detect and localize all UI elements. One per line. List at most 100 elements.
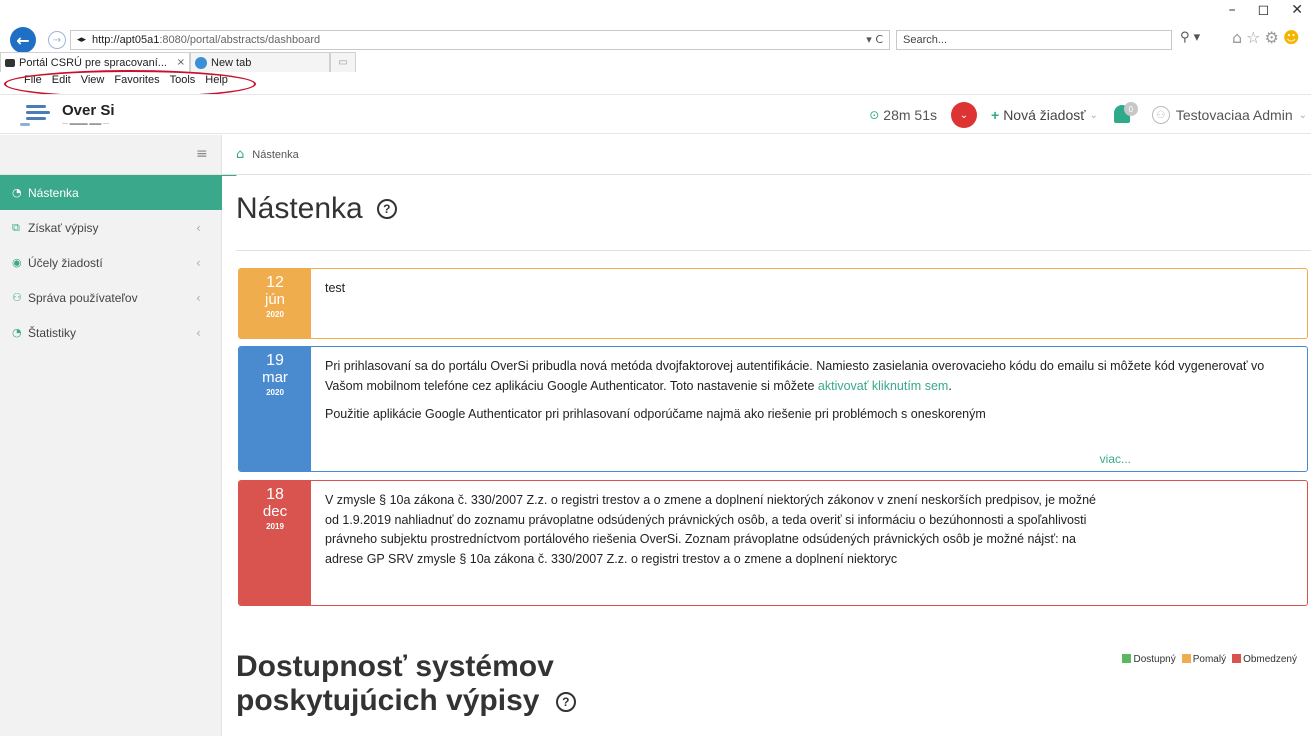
news-day: 18 [266, 486, 284, 503]
close-window-icon[interactable]: ✕ [1291, 2, 1303, 18]
minimize-icon[interactable]: – [1229, 2, 1236, 18]
page-icon: ◂▸ [77, 35, 87, 45]
logo-icon [18, 101, 52, 127]
help-icon[interactable]: ? [376, 199, 397, 219]
news-text: Pri prihlasovaní sa do portálu OverSi pr… [325, 357, 1293, 396]
back-button[interactable]: ← [10, 27, 36, 53]
forward-button[interactable]: → [48, 31, 66, 49]
tab-label: Portál CSRÚ pre spracovaní... [19, 56, 167, 69]
legend-label: Pomalý [1192, 654, 1227, 665]
copy-icon: ⧉ [12, 220, 20, 234]
news-body: test [311, 269, 1307, 338]
sidebar-item-label: Nástenka [28, 185, 79, 200]
news-month: dec [262, 503, 288, 520]
url-host: http://apt05a1 [92, 34, 160, 46]
chevron-down-icon: ⌄ [959, 109, 969, 121]
close-tab-icon[interactable]: × [177, 54, 185, 72]
news-month: jún [264, 291, 286, 308]
news-day: 12 [266, 274, 284, 291]
news-text: V zmysle § 10a zákona č. 330/2007 Z.z. o… [325, 493, 1097, 566]
sidebar-toggle-row: ≡ [0, 135, 221, 175]
sidebar-item-get-extracts[interactable]: ⧉ Získať výpisy ‹ [0, 210, 221, 245]
section-title-text: Dostupnosť systémov poskytujúcich výpisy [236, 650, 554, 717]
legend-item-limited: Obmedzený [1232, 654, 1297, 665]
news-body: Pri prihlasovaní sa do portálu OverSi pr… [311, 347, 1307, 471]
new-request-button[interactable]: + Nová žiadosť ⌄ [991, 107, 1098, 123]
sidebar-item-label: Získať výpisy [28, 220, 99, 235]
timer-value: 28m 51s [883, 107, 937, 123]
home-icon[interactable]: ⌂ [1232, 28, 1242, 47]
news-text-part: Pri prihlasovaní sa do portálu OverSi pr… [325, 359, 1265, 393]
user-menu[interactable]: ⚇ Testovaciaa Admin ⌄ [1151, 106, 1307, 124]
maximize-icon[interactable]: ◻ [1258, 2, 1270, 18]
activate-link[interactable]: aktivovať kliknutím sem [818, 379, 948, 393]
main-content: Nástenka ? 12 jún 2020 test 19 mar 2020 … [222, 176, 1311, 736]
sidebar-item-statistics[interactable]: ◔ Štatistiky ‹ [0, 315, 221, 350]
read-more-link[interactable]: viac... [1100, 450, 1131, 470]
notification-badge: 0 [1123, 102, 1138, 116]
notifications-button[interactable]: 0 [1112, 102, 1138, 128]
home-icon[interactable]: ⌂ [236, 147, 244, 162]
logo-subtitle: — ▬▬▬ ▬▬ — [62, 120, 110, 127]
browser-tabs: Portál CSRÚ pre spracovaní... × New tab … [0, 52, 1311, 72]
page-title-text: Nástenka [236, 192, 363, 225]
logo[interactable]: Over Si — ▬▬▬ ▬▬ — [18, 101, 115, 127]
news-text: Použitie aplikácie Google Authenticator … [325, 407, 986, 421]
target-icon: ◉ [12, 256, 22, 269]
breadcrumb: ⌂ Nástenka [222, 135, 1311, 175]
hamburger-icon[interactable]: ≡ [196, 146, 208, 162]
page-title: Nástenka ? [236, 192, 397, 226]
news-year: 2019 [266, 522, 284, 531]
legend-swatch [1122, 654, 1132, 663]
user-icon: ⚇ [1151, 106, 1170, 124]
gear-icon[interactable]: ⚙ [1265, 28, 1279, 47]
chevron-left-icon: ‹ [196, 290, 201, 305]
browser-chrome: – ◻ ✕ ← → ◂▸ http://apt05a1:8080/portal/… [0, 0, 1311, 98]
news-item: 18 dec 2019 V zmysle § 10a zákona č. 330… [238, 480, 1308, 606]
section-title: Dostupnosť systémov poskytujúcich výpisy… [236, 650, 756, 718]
logo-text: Over Si [62, 101, 115, 119]
legend-item-available: Dostupný [1122, 654, 1176, 665]
sidebar-item-dashboard[interactable]: ◔ Nástenka [0, 175, 250, 210]
legend: Dostupný Pomalý Obmedzený [1122, 654, 1297, 665]
users-icon: ⚇ [12, 291, 22, 304]
sidebar-item-user-management[interactable]: ⚇ Správa používateľov ‹ [0, 280, 221, 315]
legend-label: Dostupný [1133, 654, 1176, 665]
news-date: 19 mar 2020 [239, 347, 311, 471]
sidebar-item-label: Účely žiadostí [28, 255, 103, 270]
tab-portal[interactable]: Portál CSRÚ pre spracovaní... × [0, 52, 190, 72]
refresh-button[interactable]: ▾ C [866, 31, 883, 49]
sidebar-item-request-purposes[interactable]: ◉ Účely žiadostí ‹ [0, 245, 221, 280]
alert-dropdown-button[interactable]: ⌄ [951, 102, 977, 128]
chevron-left-icon: ‹ [196, 220, 201, 235]
chevron-down-icon: ⌄ [1089, 109, 1098, 121]
chevron-down-icon: ⌄ [1298, 109, 1307, 121]
news-text: test [325, 281, 346, 295]
news-day: 19 [266, 352, 284, 369]
browser-search-input[interactable]: Search... [896, 30, 1172, 50]
news-item: 12 jún 2020 test [238, 268, 1308, 339]
new-request-label: Nová žiadosť [1003, 107, 1086, 123]
address-bar[interactable]: ◂▸ http://apt05a1:8080/portal/abstracts/… [70, 30, 890, 50]
smiley-icon[interactable]: ☻ [1283, 28, 1300, 47]
clock-icon: ⊙ [869, 108, 880, 122]
sidebar-item-label: Štatistiky [28, 325, 77, 340]
tab-label: New tab [211, 56, 252, 69]
legend-swatch [1232, 654, 1242, 663]
sidebar-item-label: Správa používateľov [28, 290, 138, 305]
tab-new[interactable]: New tab [190, 52, 330, 72]
browser-toolbar-icons: ⌂ ☆ ⚙ ☻ [1232, 28, 1300, 47]
chevron-left-icon: ‹ [196, 325, 201, 340]
news-text-part: . [948, 378, 952, 393]
arrow-left-icon: ← [16, 30, 30, 50]
breadcrumb-item[interactable]: Nástenka [252, 149, 298, 161]
help-icon[interactable]: ? [555, 692, 576, 713]
news-date: 18 dec 2019 [239, 481, 311, 605]
star-icon[interactable]: ☆ [1246, 28, 1260, 47]
user-name: Testovaciaa Admin [1175, 107, 1293, 123]
ie-icon [195, 56, 207, 69]
news-body: V zmysle § 10a zákona č. 330/2007 Z.z. o… [311, 481, 1307, 605]
news-year: 2020 [266, 388, 284, 397]
search-icon[interactable]: ⚲ ▾ [1180, 30, 1200, 45]
new-tab-button[interactable]: ▭ [330, 52, 356, 72]
